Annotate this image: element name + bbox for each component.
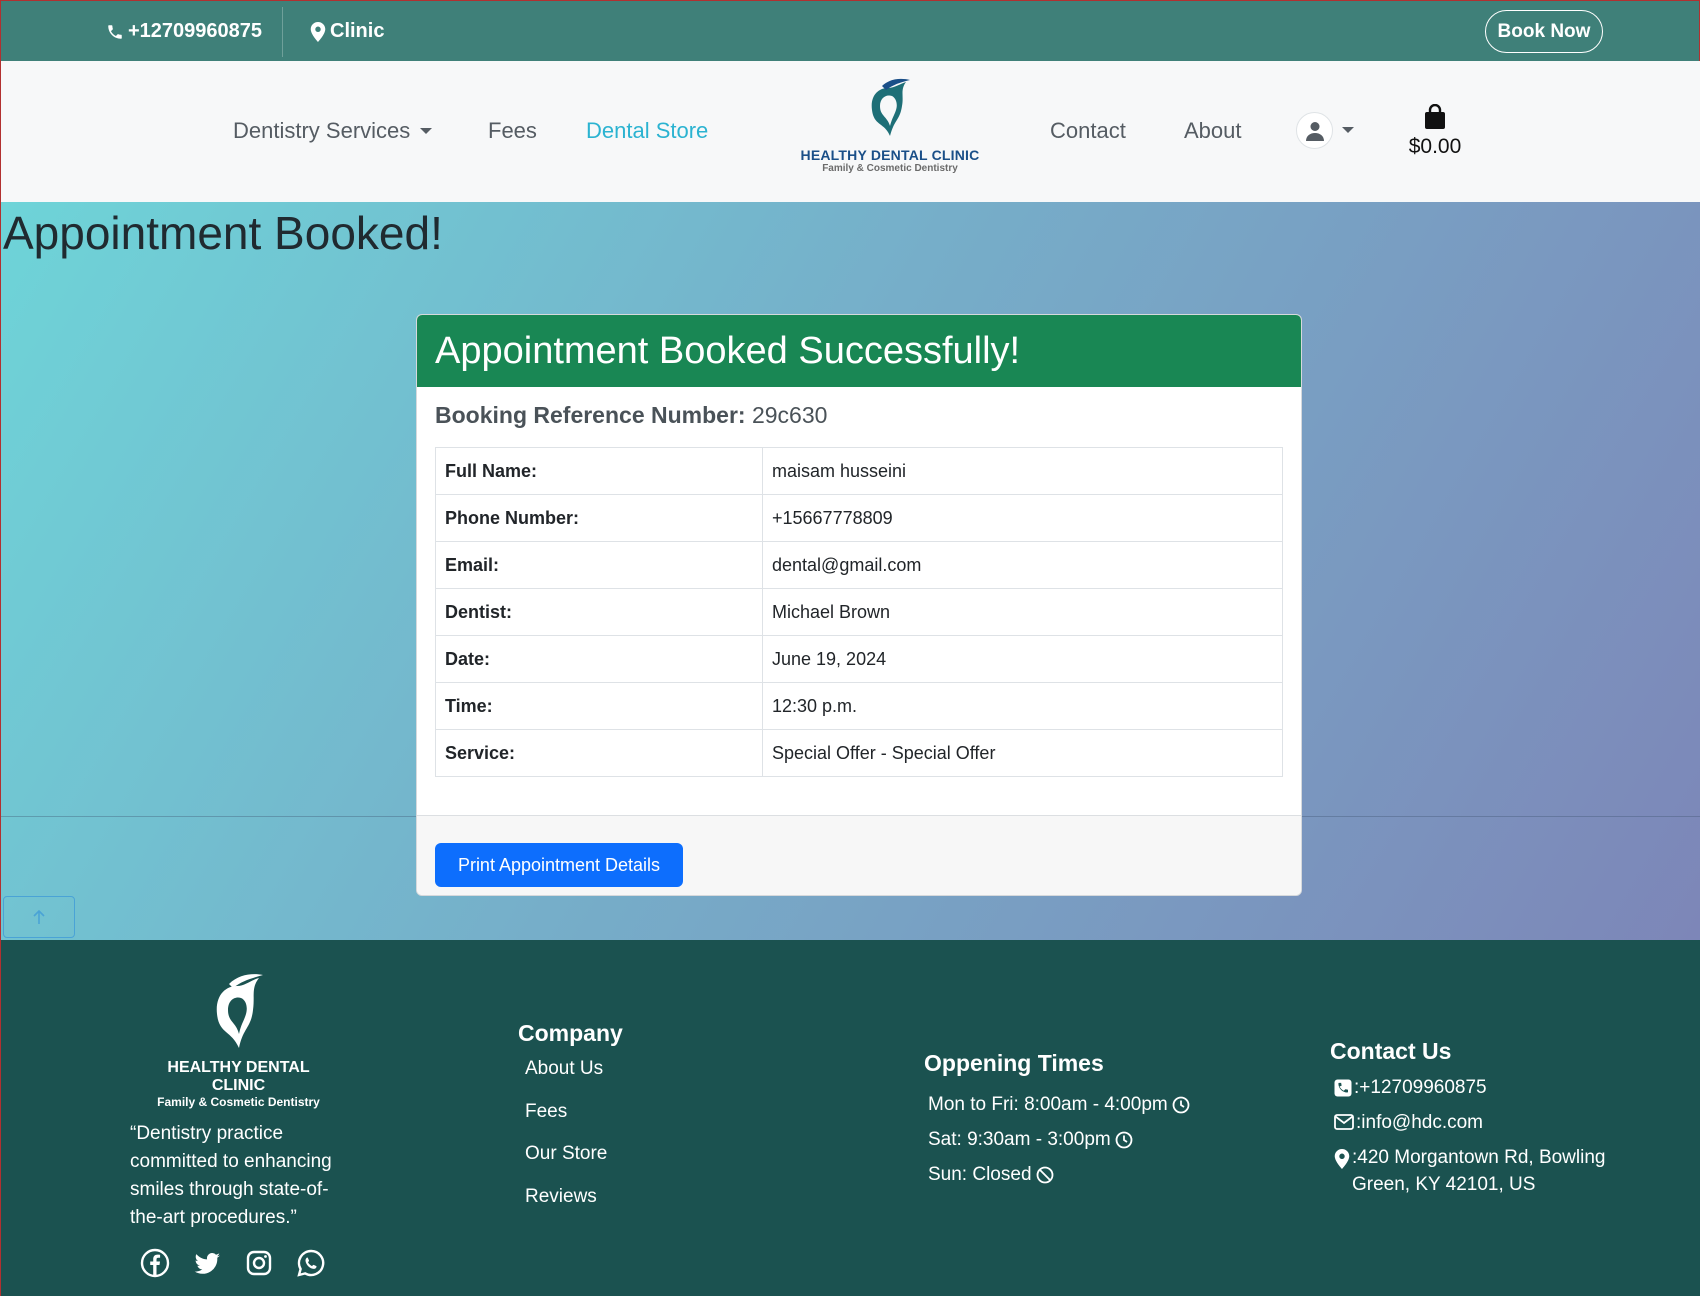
print-appointment-button[interactable]: Print Appointment Details <box>435 843 683 887</box>
detail-label: Date: <box>435 635 763 683</box>
detail-value: maisam husseini <box>762 447 1283 495</box>
card-footer: Print Appointment Details <box>417 815 1301 895</box>
footer-hours-title: Oppening Times <box>924 1050 1104 1076</box>
table-row: Full Name: maisam husseini <box>435 447 1283 495</box>
facebook-icon[interactable] <box>140 1248 170 1278</box>
nav-dentistry-services-dropdown[interactable]: Dentistry Services <box>233 117 433 145</box>
shopping-bag-icon <box>1425 103 1445 129</box>
hours-text: Sun: Closed <box>928 1163 1032 1185</box>
ban-icon <box>1036 1166 1053 1183</box>
user-icon <box>1305 121 1324 141</box>
footer-company-links: About Us Fees Our Store Reviews <box>525 1058 607 1228</box>
detail-value: 12:30 p.m. <box>762 682 1283 730</box>
footer-quote: “Dentistry practice committed to enhanci… <box>130 1123 332 1228</box>
hours-row: Sat: 9:30am - 3:00pm <box>928 1122 1190 1157</box>
footer-link-about-us[interactable]: About Us <box>525 1058 607 1101</box>
detail-value: dental@gmail.com <box>762 541 1283 589</box>
booking-reference: Booking Reference Number: 29c630 <box>435 402 827 429</box>
detail-value: Special Offer - Special Offer <box>762 729 1283 777</box>
topbar-phone-text: +12709960875 <box>128 20 263 42</box>
clinic-logo[interactable]: HEALTHY DENTAL CLINIC Family & Cosmetic … <box>800 76 980 176</box>
footer-logo-tagline: Family & Cosmetic Dentistry <box>157 1095 320 1109</box>
footer-contact-phone[interactable]: :+12709960875 <box>1334 1074 1624 1101</box>
card-title: Appointment Booked Successfully! <box>417 315 1301 387</box>
map-pin-icon <box>1334 1149 1350 1169</box>
clock-icon <box>1172 1096 1190 1113</box>
top-bar: +12709960875 Clinic Book Now <box>0 0 1700 61</box>
hours-text: Sat: 9:30am - 3:00pm <box>928 1128 1111 1150</box>
topbar-clinic-text: Clinic <box>330 20 385 42</box>
page-title: Appointment Booked! <box>3 207 443 259</box>
detail-label: Service: <box>435 729 763 777</box>
footer-contact-phone-text: :+12709960875 <box>1354 1077 1487 1098</box>
footer-logo-name: HEALTHY DENTAL CLINIC <box>167 1059 310 1094</box>
logo-tagline: Family & Cosmetic Dentistry <box>822 163 958 174</box>
logo-clinic-name: HEALTHY DENTAL CLINIC <box>800 147 980 163</box>
cart-total: $0.00 <box>1408 135 1462 158</box>
hours-row: Sun: Closed <box>928 1157 1190 1192</box>
table-row: Phone Number: +15667778809 <box>435 494 1283 542</box>
hours-text: Mon to Fri: 8:00am - 4:00pm <box>928 1093 1168 1115</box>
footer-logo[interactable]: HEALTHY DENTAL CLINIC Family & Cosmetic … <box>151 970 326 1109</box>
detail-label: Phone Number: <box>435 494 763 542</box>
detail-value: June 19, 2024 <box>762 635 1283 683</box>
nav-contact-link[interactable]: Contact <box>1050 117 1126 145</box>
nav-dental-store-link[interactable]: Dental Store <box>586 117 708 145</box>
table-row: Date: June 19, 2024 <box>435 635 1283 683</box>
footer-company-title: Company <box>518 1020 623 1046</box>
detail-label: Full Name: <box>435 447 763 495</box>
whatsapp-icon[interactable] <box>296 1248 326 1278</box>
footer-contact-list: :+12709960875 :info@hdc.com :420 Morgant… <box>1334 1074 1624 1206</box>
instagram-icon[interactable] <box>244 1248 274 1278</box>
site-footer: HEALTHY DENTAL CLINIC Family & Cosmetic … <box>0 940 1700 1296</box>
footer-contact-address[interactable]: :420 Morgantown Rd, Bowling Green, KY 42… <box>1334 1144 1624 1198</box>
envelope-icon <box>1334 1114 1354 1130</box>
nav-dentistry-services-label: Dentistry Services <box>233 118 411 143</box>
table-row: Email: dental@gmail.com <box>435 541 1283 589</box>
cart-button[interactable]: $0.00 <box>1400 103 1470 159</box>
topbar-divider <box>282 7 283 57</box>
detail-label: Time: <box>435 682 763 730</box>
book-now-button[interactable]: Book Now <box>1485 10 1603 53</box>
footer-contact-title: Contact Us <box>1330 1038 1452 1064</box>
nav-about-link[interactable]: About <box>1184 117 1242 145</box>
map-pin-icon <box>310 21 326 42</box>
chevron-down-icon <box>420 128 433 134</box>
topbar-clinic-link[interactable]: Clinic <box>310 1 384 62</box>
topbar-phone[interactable]: +12709960875 <box>106 1 262 62</box>
table-row: Service: Special Offer - Special Offer <box>435 729 1283 777</box>
scroll-to-top-button[interactable] <box>3 896 75 938</box>
clock-icon <box>1115 1131 1133 1148</box>
footer-link-fees[interactable]: Fees <box>525 1101 607 1144</box>
table-row: Dentist: Michael Brown <box>435 588 1283 636</box>
social-links <box>140 1248 326 1278</box>
user-menu-button[interactable] <box>1296 112 1333 149</box>
appointment-details-table: Full Name: maisam husseini Phone Number:… <box>435 447 1283 777</box>
detail-label: Dentist: <box>435 588 763 636</box>
hours-row: Mon to Fri: 8:00am - 4:00pm <box>928 1087 1190 1122</box>
nav-fees-link[interactable]: Fees <box>488 117 537 145</box>
twitter-icon[interactable] <box>192 1248 222 1278</box>
detail-value: +15667778809 <box>762 494 1283 542</box>
phone-icon <box>108 24 122 39</box>
footer-link-our-store[interactable]: Our Store <box>525 1143 607 1186</box>
footer-contact-email[interactable]: :info@hdc.com <box>1334 1109 1624 1136</box>
footer-contact-address-text: :420 Morgantown Rd, Bowling Green, KY 42… <box>1352 1147 1606 1195</box>
tooth-logo-icon <box>216 974 263 1048</box>
appointment-card: Appointment Booked Successfully! Booking… <box>416 314 1302 896</box>
table-row: Time: 12:30 p.m. <box>435 682 1283 730</box>
footer-hours-list: Mon to Fri: 8:00am - 4:00pm Sat: 9:30am … <box>928 1087 1190 1192</box>
arrow-up-icon <box>33 909 45 924</box>
booking-reference-value: 29c630 <box>751 402 828 428</box>
footer-link-reviews[interactable]: Reviews <box>525 1186 607 1229</box>
footer-contact-email-text: :info@hdc.com <box>1356 1112 1484 1133</box>
booking-reference-label: Booking Reference Number: <box>435 402 746 428</box>
detail-value: Michael Brown <box>762 588 1283 636</box>
detail-label: Email: <box>435 541 763 589</box>
user-menu-chevron-down-icon[interactable] <box>1342 127 1354 133</box>
tooth-logo-icon <box>871 78 910 136</box>
phone-square-icon <box>1334 1079 1352 1097</box>
